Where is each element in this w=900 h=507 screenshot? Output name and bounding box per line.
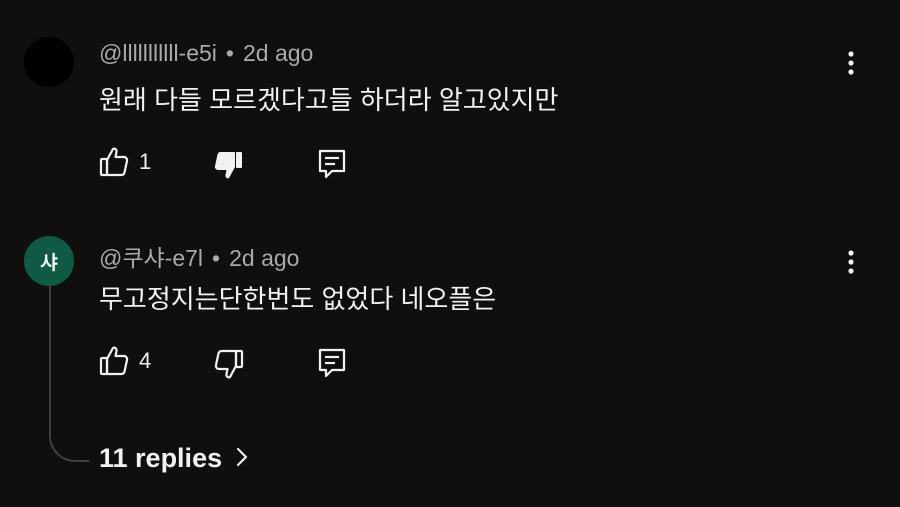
like-button[interactable]: 1	[99, 146, 151, 178]
separator-dot: •	[225, 40, 234, 66]
comment-text: 무고정지는단한번도 없었다 네오플은	[99, 284, 497, 314]
comment-header: @lllllllllll-e5i • 2d ago	[99, 40, 313, 67]
reply-button[interactable]	[318, 149, 346, 179]
separator-dot: •	[212, 245, 221, 271]
view-replies-button[interactable]: 11 replies	[99, 443, 248, 474]
avatar[interactable]: 샤	[24, 236, 74, 286]
chevron-right-icon	[222, 443, 248, 474]
author-name[interactable]: @lllllllllll-e5i	[99, 40, 217, 66]
author-name[interactable]: @쿠샤-e7l	[99, 245, 203, 271]
like-count: 1	[139, 149, 152, 174]
like-button[interactable]: 4	[99, 345, 151, 377]
thumbs-down-icon	[214, 149, 244, 181]
reply-icon	[318, 149, 346, 179]
more-vert-icon[interactable]	[838, 247, 864, 277]
comments-panel: @lllllllllll-e5i • 2d ago 원래 다들 모르겠다고들 하더라…	[0, 0, 900, 507]
timestamp[interactable]: 2d ago	[229, 245, 299, 271]
comment-header: @쿠샤-e7l • 2d ago	[99, 239, 299, 273]
thumbs-down-icon	[214, 348, 244, 380]
thumbs-up-icon	[99, 146, 129, 178]
like-count: 4	[139, 348, 152, 373]
thumbs-up-icon	[99, 345, 129, 377]
comment-text: 원래 다들 모르겠다고들 하더라 알고있지만	[99, 85, 559, 115]
timestamp[interactable]: 2d ago	[243, 40, 313, 66]
avatar[interactable]	[24, 37, 74, 87]
more-vert-icon[interactable]	[838, 48, 864, 78]
dislike-button[interactable]	[214, 348, 244, 380]
dislike-button[interactable]	[214, 149, 244, 181]
reply-icon	[318, 348, 346, 378]
reply-button[interactable]	[318, 348, 346, 378]
replies-label: 11 replies	[99, 443, 223, 473]
thread-connector	[49, 285, 89, 462]
